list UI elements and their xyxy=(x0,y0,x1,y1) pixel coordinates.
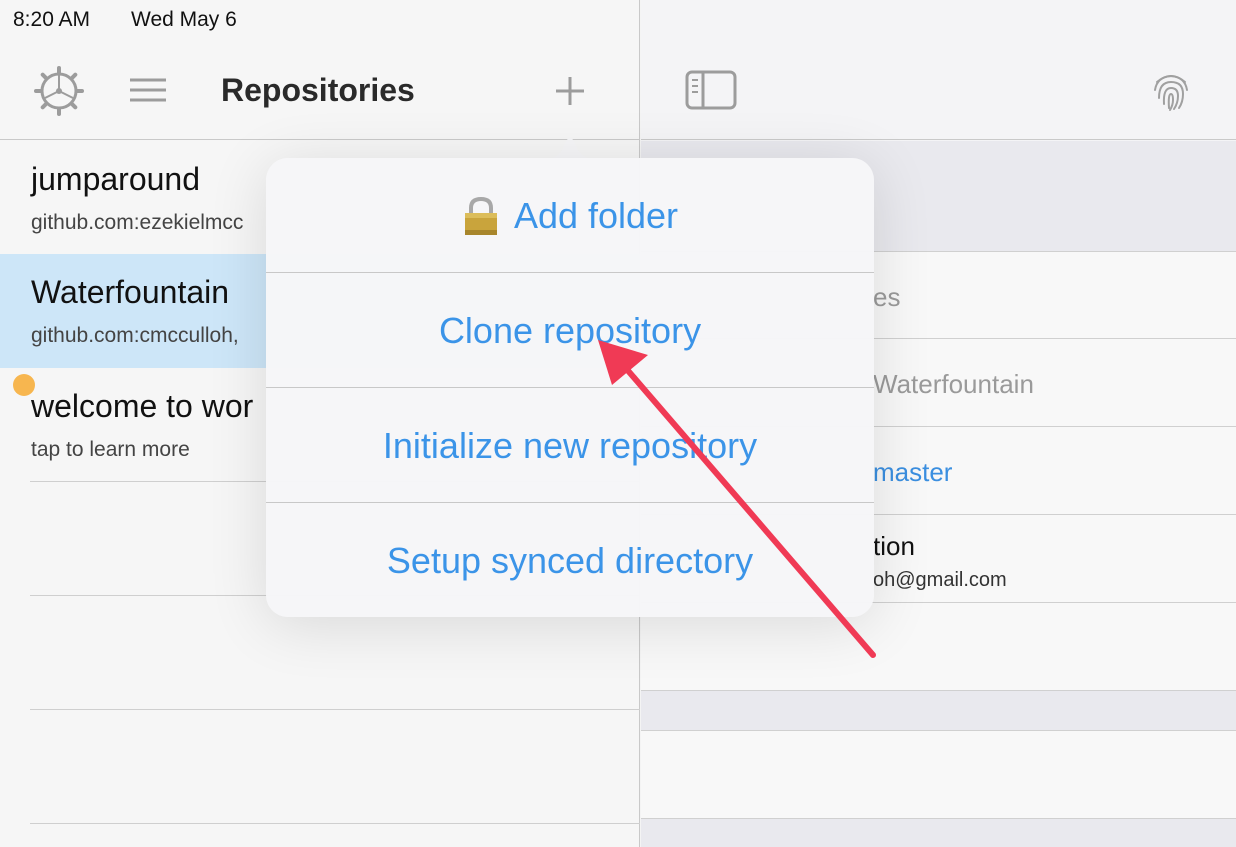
repo-name: welcome to wor xyxy=(31,388,254,424)
setup-synced-directory-label: Setup synced directory xyxy=(386,539,754,581)
page-title: Repositories xyxy=(221,72,415,108)
detail-nav-bar xyxy=(641,40,1236,140)
detail-row-empty[interactable] xyxy=(641,730,1236,818)
repository-name-value: Waterfountain xyxy=(873,369,1034,399)
initialize-repository-label: Initialize new repository xyxy=(382,424,758,466)
sidebar-icon[interactable] xyxy=(685,70,737,110)
add-folder-menu-item[interactable]: Add folder xyxy=(266,158,874,273)
author-title: tion xyxy=(873,531,915,561)
repo-remote: github.com:ezekielmcc xyxy=(31,211,244,234)
popover-arrow xyxy=(546,138,594,159)
status-time: 8:20 AM xyxy=(13,8,91,31)
gear-icon[interactable] xyxy=(34,66,84,116)
status-date: Wed May 6 xyxy=(131,8,237,31)
repo-name: jumparound xyxy=(31,161,200,197)
clone-repository-menu-item[interactable]: Clone repository xyxy=(266,273,874,388)
clone-repository-label: Clone repository xyxy=(438,309,702,351)
repo-name: Waterfountain xyxy=(31,274,230,310)
section-header xyxy=(641,690,1236,730)
fingerprint-icon[interactable] xyxy=(1149,68,1193,112)
status-bar: 8:20 AM Wed May 6 xyxy=(0,0,640,40)
plus-icon[interactable] xyxy=(552,73,588,109)
repositories-nav-bar: Repositories xyxy=(0,40,640,140)
section-header xyxy=(641,818,1236,847)
initialize-repository-menu-item[interactable]: Initialize new repository xyxy=(266,388,874,503)
row-divider xyxy=(30,709,640,710)
setup-synced-directory-menu-item[interactable]: Setup synced directory xyxy=(266,503,874,618)
branch-value: master xyxy=(873,457,953,487)
author-email: oh@gmail.com xyxy=(873,569,1007,591)
repo-subtitle: tap to learn more xyxy=(31,438,190,461)
menu-icon[interactable] xyxy=(130,77,166,103)
detail-row-label: es xyxy=(873,282,901,312)
add-repository-popover: Add folder Clone repository Initialize n… xyxy=(266,158,874,617)
lock-icon xyxy=(464,196,497,235)
add-folder-label: Add folder xyxy=(513,194,679,236)
repo-remote: github.com:cmcculloh, xyxy=(31,324,239,347)
row-divider xyxy=(30,823,640,824)
